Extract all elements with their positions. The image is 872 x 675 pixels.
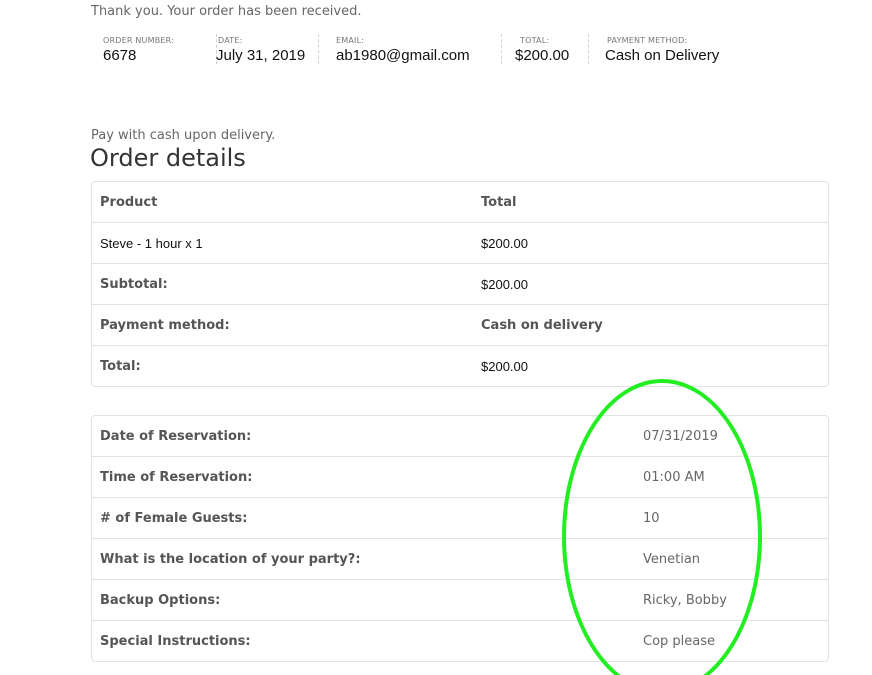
order-details-title: Order details — [90, 144, 246, 172]
email-label: EMAIL: — [336, 36, 365, 45]
reservation-time-label: Time of Reservation: — [92, 456, 625, 497]
reservation-details-table: Date of Reservation: 07/31/2019 Time of … — [91, 415, 829, 662]
overview-total: TOTAL: $200.00 — [515, 34, 589, 64]
table-row: What is the location of your party?: Ven… — [92, 538, 828, 579]
order-total-label: Total: — [92, 345, 473, 386]
payment-method-value: Cash on Delivery — [605, 47, 720, 64]
overview-order-number: ORDER NUMBER: 6678 — [103, 34, 217, 64]
payment-method-label: PAYMENT METHOD: — [607, 36, 688, 45]
subtotal-label: Subtotal: — [92, 263, 473, 304]
payment-method-row-value: Cash on delivery — [473, 304, 828, 345]
table-row: Time of Reservation: 01:00 AM — [92, 456, 828, 497]
payment-method-row-label: Payment method: — [92, 304, 473, 345]
overview-payment-method: PAYMENT METHOD: Cash on Delivery — [605, 34, 765, 64]
reservation-date-value: 07/31/2019 — [643, 428, 718, 444]
product-column-header: Product — [100, 194, 158, 210]
payment-note: Pay with cash upon delivery. — [91, 128, 276, 143]
total-column-header: Total — [481, 194, 517, 210]
product-cell: Steve - 1 hour x 1 — [92, 222, 473, 263]
order-total-value: $200.00 — [473, 345, 828, 386]
thank-you-message: Thank you. Your order has been received. — [91, 4, 362, 19]
order-overview: ORDER NUMBER: 6678 DATE: July 31, 2019 E… — [0, 34, 872, 74]
table-row: Subtotal: $200.00 — [92, 263, 828, 304]
table-row: Steve - 1 hour x 1 $200.00 — [92, 222, 828, 263]
product-quantity: x 1 — [185, 235, 203, 251]
backup-options-value: Ricky, Bobby — [625, 579, 828, 620]
product-total: $200.00 — [473, 222, 828, 263]
order-number-value: 6678 — [103, 47, 137, 64]
female-guests-value: 10 — [625, 497, 828, 538]
reservation-date-label: Date of Reservation: — [100, 428, 252, 444]
table-row: Total: $200.00 — [92, 345, 828, 386]
special-instructions-label: Special Instructions: — [92, 620, 625, 661]
special-instructions-value: Cop please — [625, 620, 828, 661]
email-value: ab1980@gmail.com — [336, 47, 470, 64]
table-row: Backup Options: Ricky, Bobby — [92, 579, 828, 620]
order-number-label: ORDER NUMBER: — [103, 36, 175, 45]
party-location-value: Venetian — [625, 538, 828, 579]
total-label: TOTAL: — [520, 36, 550, 45]
table-row: Special Instructions: Cop please — [92, 620, 828, 661]
party-location-label: What is the location of your party?: — [92, 538, 625, 579]
date-label: DATE: — [218, 36, 243, 45]
date-value: July 31, 2019 — [216, 47, 306, 64]
reservation-time-value: 01:00 AM — [625, 456, 828, 497]
total-value: $200.00 — [515, 47, 570, 64]
subtotal-value: $200.00 — [473, 263, 828, 304]
table-row: # of Female Guests: 10 — [92, 497, 828, 538]
product-name[interactable]: Steve - 1 hour — [100, 236, 182, 251]
overview-date: DATE: July 31, 2019 — [216, 34, 319, 64]
table-header-row: Product Total — [92, 182, 828, 222]
order-received-page: Thank you. Your order has been received.… — [0, 0, 872, 675]
table-row: Payment method: Cash on delivery — [92, 304, 828, 345]
backup-options-label: Backup Options: — [92, 579, 625, 620]
table-row: Date of Reservation: 07/31/2019 — [92, 416, 828, 456]
order-details-table: Product Total Steve - 1 hour x 1 $200.00… — [91, 181, 829, 387]
overview-email: EMAIL: ab1980@gmail.com — [336, 34, 502, 64]
female-guests-label: # of Female Guests: — [92, 497, 625, 538]
